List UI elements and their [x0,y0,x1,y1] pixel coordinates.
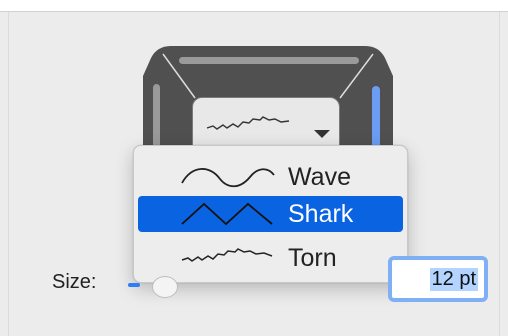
size-label: Size: [52,271,97,293]
chevron-down-icon [314,130,330,138]
size-slider-knob[interactable] [152,276,178,298]
menu-item-torn[interactable]: Torn [138,240,403,276]
torn-edge-icon [181,248,273,262]
size-value: 12 pt [429,268,478,291]
size-slider-track[interactable] [128,283,140,287]
menu-item-label: Wave [288,163,351,191]
wave-edge-icon [181,168,275,188]
size-field[interactable]: 12 pt [388,256,488,302]
menu-item-shark[interactable]: Shark [138,196,403,232]
panel-divider-left [8,12,9,336]
top-edge-bar[interactable] [179,57,359,64]
edge-style-menu: Wave Shark Torn [133,145,408,283]
torn-preview-icon [206,116,290,130]
shark-edge-icon [181,202,273,226]
panel-divider-right [499,12,500,336]
menu-item-wave[interactable]: Wave [138,159,403,195]
menu-item-label: Shark [288,200,354,228]
menu-item-label: Torn [288,244,337,272]
